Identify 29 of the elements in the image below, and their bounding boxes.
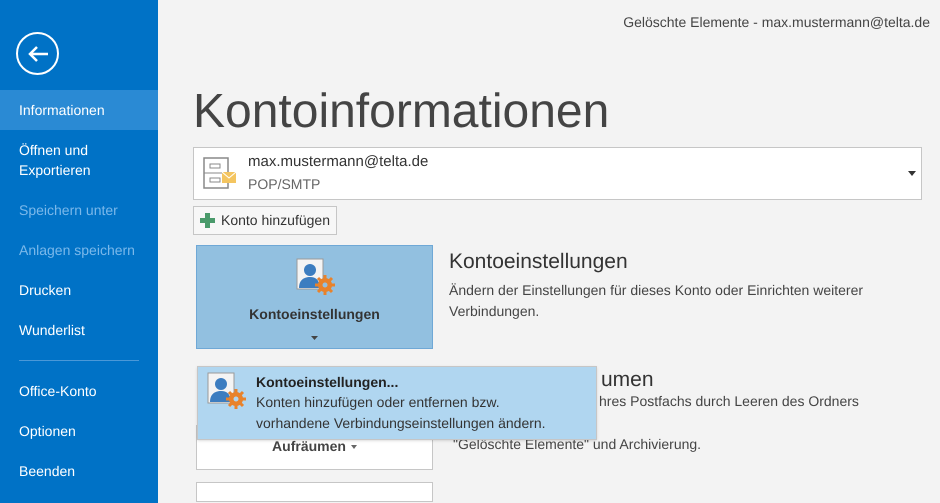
back-arrow-icon	[26, 44, 48, 62]
sidebar-item[interactable]: Informationen	[0, 90, 158, 130]
caret-icon	[350, 444, 357, 448]
mailbox-icon	[202, 156, 238, 192]
user-gear-icon	[206, 372, 246, 410]
add-account-button[interactable]: Konto hinzufügen	[193, 206, 337, 235]
account-selector[interactable]: max.mustermann@telta.de POP/SMTP	[193, 147, 922, 200]
sidebar-item[interactable]: Optionen	[0, 411, 158, 451]
page-title: Kontoinformationen	[193, 84, 610, 140]
window-title: Gelöschte Elemente - max.mustermann@telta.de	[623, 13, 930, 32]
sidebar-item[interactable]: Drucken	[0, 270, 158, 310]
sidebar-item[interactable]: Öffnen und Exportieren	[0, 130, 158, 190]
section-description: Ändern der Einstellungen für dieses Konto oder Einrichten weiterer Verbindungen.	[449, 281, 864, 321]
caret-icon	[908, 171, 916, 176]
sidebar-item[interactable]: Wunderlist	[0, 310, 158, 350]
account-settings-button[interactable]: Kontoeinstellungen	[196, 245, 433, 349]
menu-item[interactable]: Kontoeinstellungen... Konten hinzufügen oder entfernen bzw. vorhandene Verbindungseinstellungen ändern.	[198, 367, 596, 439]
caret-icon	[311, 336, 318, 340]
section-title: Kontoeinstellungen	[449, 249, 629, 275]
account-address: max.mustermann@telta.de	[248, 152, 428, 172]
account-type: POP/SMTP	[248, 174, 322, 194]
back-button[interactable]	[16, 32, 59, 75]
section-title: umen	[601, 367, 655, 393]
user-gear-icon	[294, 258, 334, 296]
plus-icon	[200, 213, 215, 228]
sidebar-item[interactable]: Office-Konto	[0, 371, 158, 411]
sidebar-item[interactable]: Beenden	[0, 451, 158, 491]
section-description: hres Postfachs durch Leeren des Ordners	[599, 392, 859, 411]
menu-item-title: Kontoeinstellungen...	[256, 373, 400, 392]
